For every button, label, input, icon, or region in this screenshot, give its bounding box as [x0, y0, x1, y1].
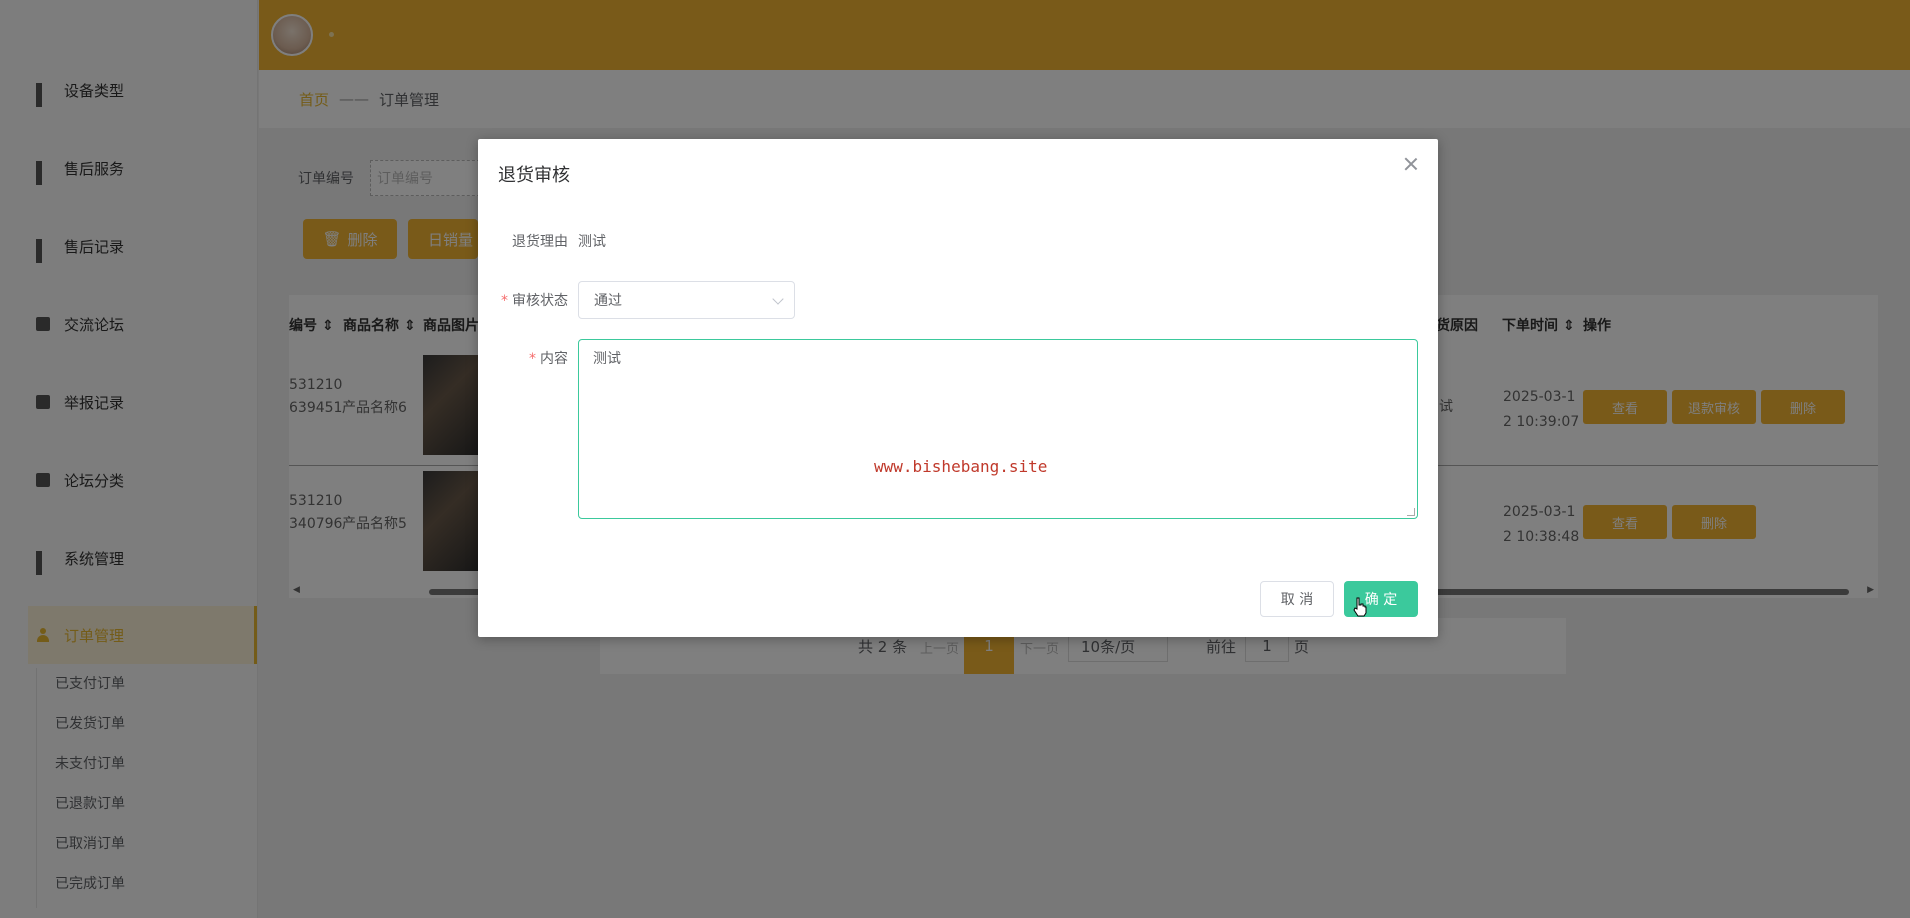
content-label: * 内容 — [529, 351, 568, 367]
cancel-button[interactable]: 取 消 — [1260, 581, 1334, 617]
required-asterisk: * — [529, 351, 536, 367]
resize-handle-icon[interactable] — [1407, 508, 1415, 516]
reason-label: 退货理由 — [512, 234, 568, 250]
content-textarea-value: 测试 — [593, 351, 621, 367]
reason-value: 测试 — [578, 234, 606, 250]
watermark-text: www.bishebang.site — [874, 457, 1048, 476]
refund-review-dialog: 退货审核 退货理由 测试 * 审核状态 通过 * 内容 测试 www.bisheba… — [478, 139, 1438, 637]
required-asterisk: * — [501, 293, 508, 309]
chevron-down-icon — [772, 293, 784, 305]
status-label: * 审核状态 — [501, 293, 568, 309]
dialog-title: 退货审核 — [498, 165, 570, 186]
hand-cursor-icon — [1353, 597, 1367, 617]
status-select[interactable]: 通过 — [578, 281, 795, 319]
content-textarea[interactable]: 测试 — [578, 339, 1418, 519]
close-icon[interactable] — [1404, 157, 1418, 171]
status-select-value: 通过 — [594, 293, 622, 309]
